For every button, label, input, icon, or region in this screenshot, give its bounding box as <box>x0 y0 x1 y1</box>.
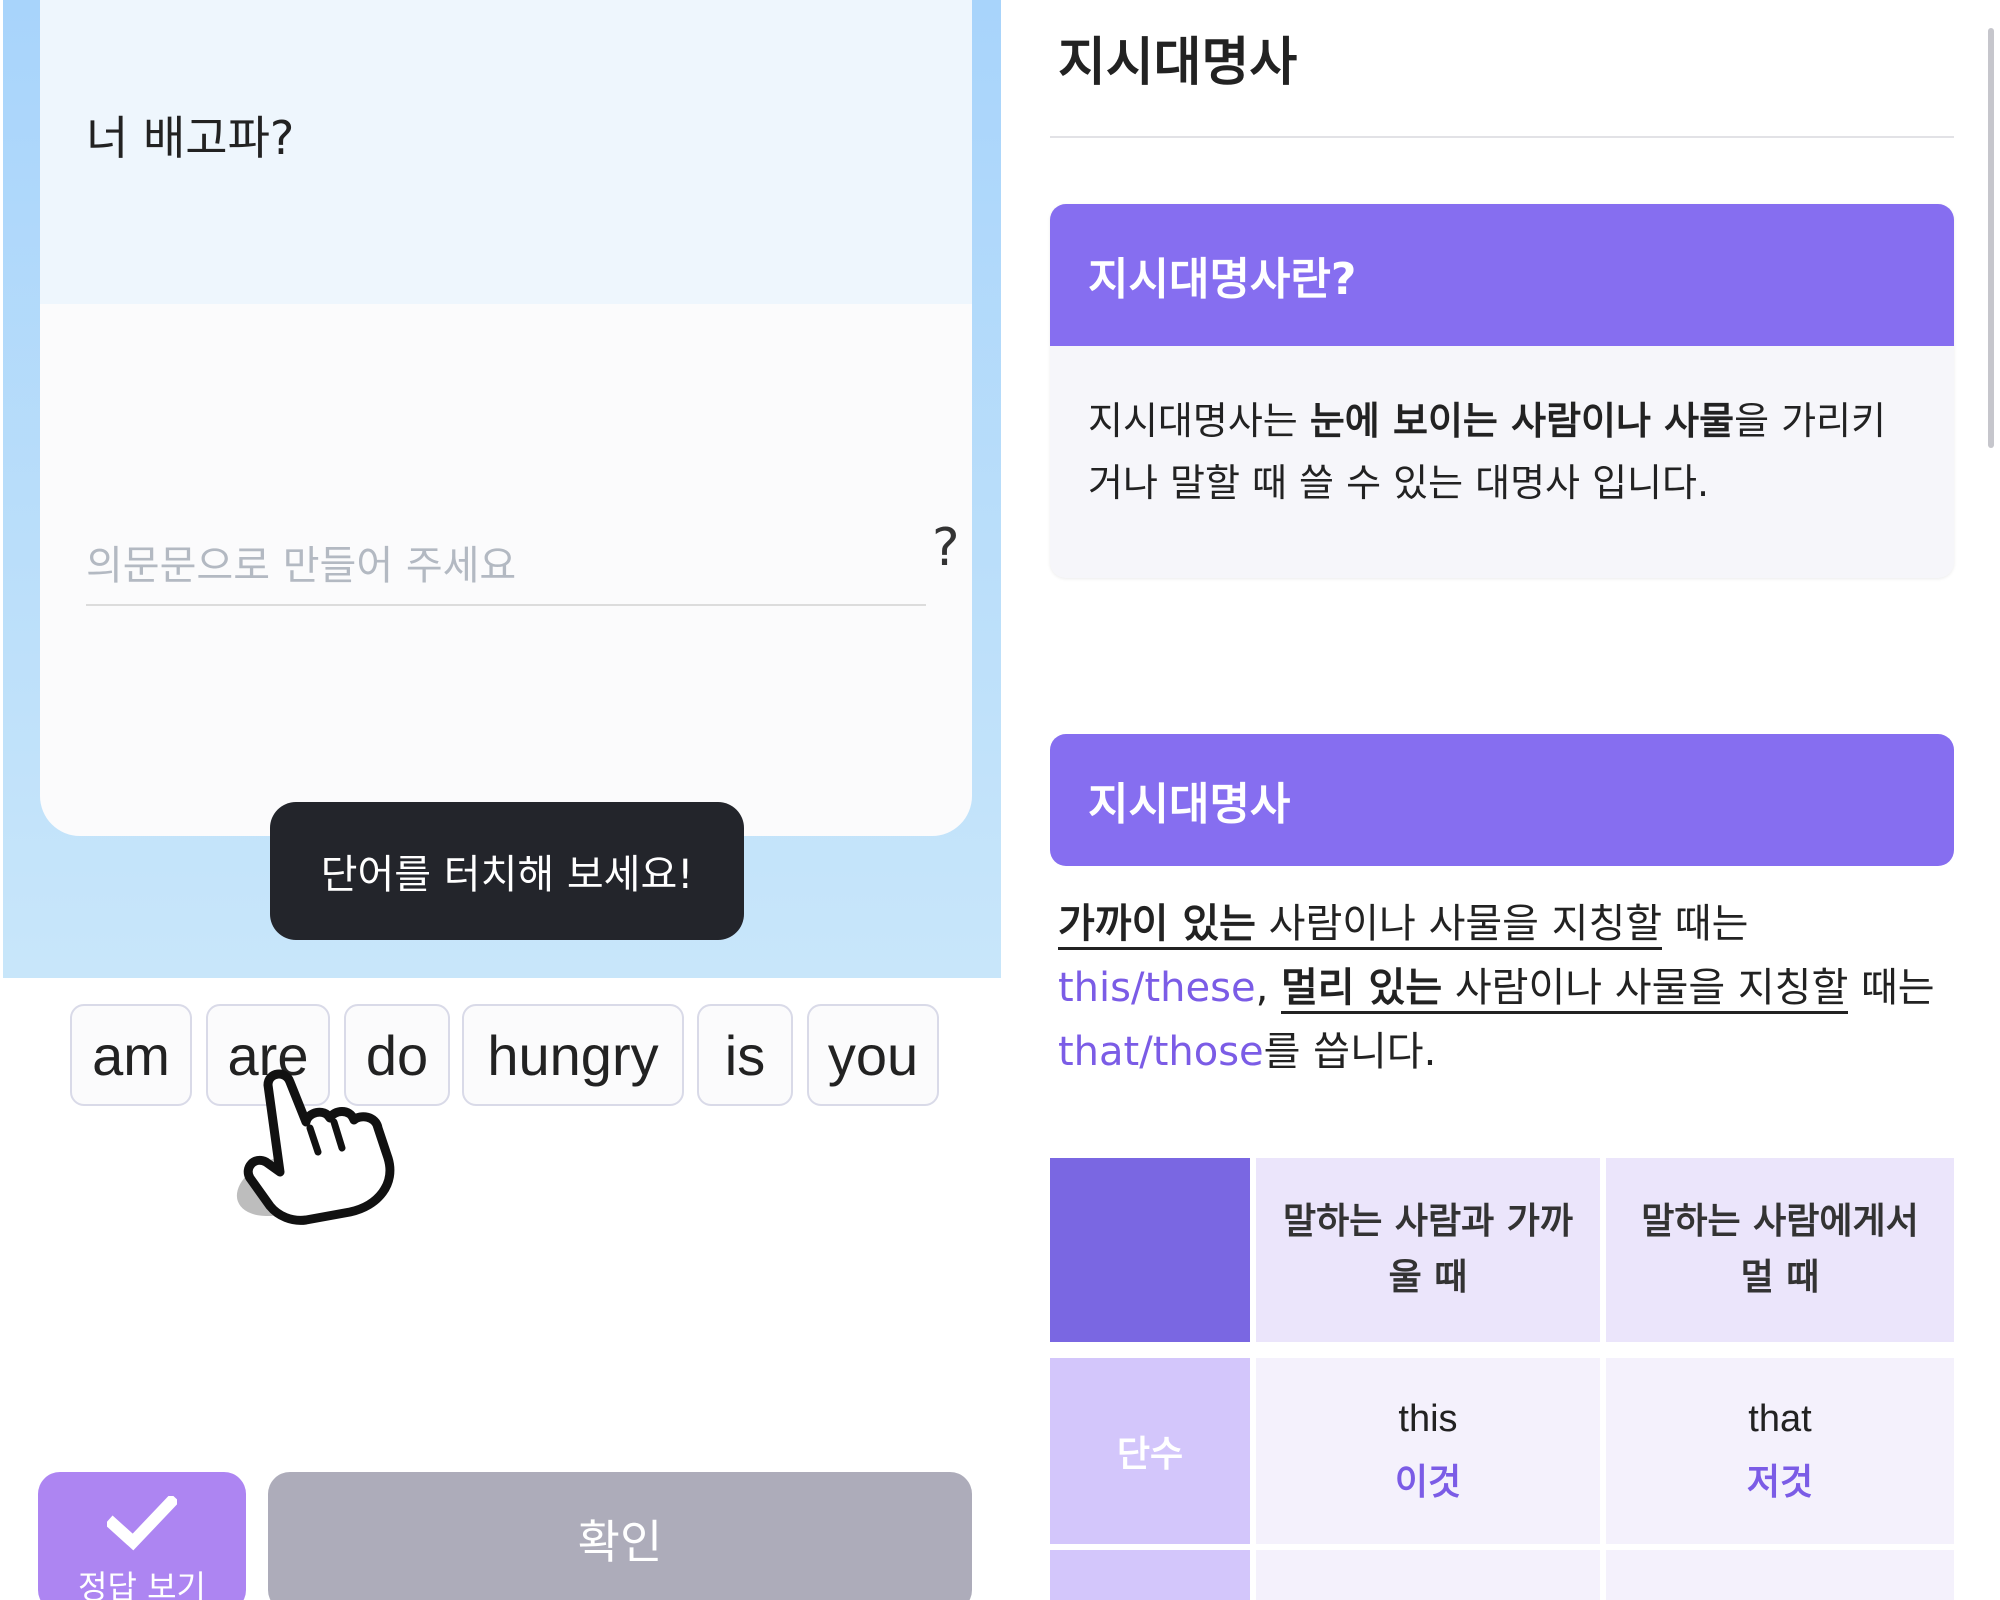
table-corner <box>1050 1158 1250 1342</box>
cell-english: that <box>1748 1397 1812 1440</box>
word-chip-am[interactable]: am <box>70 1004 192 1106</box>
table-row-label-next <box>1050 1550 1250 1600</box>
near-underline: 가까이 있는 사람이나 사물을 지칭할 <box>1058 901 1663 950</box>
definition-text-prefix: 지시대명사는 <box>1088 399 1310 443</box>
answer-input[interactable] <box>86 528 926 606</box>
cell-english: this <box>1398 1397 1458 1440</box>
table-row-label-singular: 단수 <box>1050 1358 1250 1544</box>
definition-heading: 지시대명사란? <box>1050 204 1954 346</box>
question-text: 너 배고파? <box>86 111 295 165</box>
ending: 를 씁니다. <box>1263 1029 1437 1075</box>
far-bold: 멀리 있는 <box>1281 965 1443 1011</box>
far-tail: 때는 <box>1848 965 1935 1011</box>
near-bold: 가까이 있는 <box>1058 901 1256 947</box>
near-tail: 때는 <box>1662 901 1749 947</box>
confirm-button[interactable]: 확인 <box>268 1472 972 1600</box>
show-answer-button[interactable]: 정답 보기 <box>38 1472 246 1600</box>
scrollbar[interactable] <box>1988 28 1994 448</box>
cell-korean: 이것 <box>1394 1461 1462 1503</box>
lesson-title: 지시대명사 <box>1058 33 1298 93</box>
hint-toast: 단어를 터치해 보세요! <box>270 802 744 940</box>
checkmark-icon <box>107 1496 177 1551</box>
section-heading: 지시대명사 <box>1050 734 1954 866</box>
far-underline: 멀리 있는 사람이나 사물을 지칭할 <box>1281 965 1849 1014</box>
table-header-far: 말하는 사람에게서 멀 때 <box>1606 1158 1954 1342</box>
table-header-near: 말하는 사람과 가까울 때 <box>1256 1158 1600 1342</box>
question-card: 너 배고파? ? <box>40 0 972 836</box>
table-cell-far-singular: that 저것 <box>1606 1358 1954 1544</box>
near-words: this/these <box>1058 965 1256 1011</box>
table-cell-next-far <box>1606 1550 1954 1600</box>
comma: , <box>1255 965 1281 1011</box>
far-rest: 사람이나 사물을 지칭할 <box>1442 965 1849 1011</box>
section-explanation: 가까이 있는 사람이나 사물을 지칭할 때는 this/these, 멀리 있는… <box>1058 892 1938 1084</box>
word-chip-is[interactable]: is <box>697 1004 793 1106</box>
word-chip-hungry[interactable]: hungry <box>462 1004 684 1106</box>
definition-text-bold: 눈에 보이는 사람이나 사물 <box>1309 399 1735 443</box>
definition-body: 지시대명사는 눈에 보이는 사람이나 사물을 가리키거나 말할 때 쓸 수 있는… <box>1050 346 1954 514</box>
near-rest: 사람이나 사물을 지칭할 <box>1255 901 1663 947</box>
show-answer-label: 정답 보기 <box>78 1568 206 1600</box>
table-cell-next-near <box>1256 1550 1600 1600</box>
definition-box: 지시대명사란? 지시대명사는 눈에 보이는 사람이나 사물을 가리키거나 말할 … <box>1050 204 1954 578</box>
pointing-hand-icon <box>236 1069 395 1225</box>
question-mark: ? <box>932 518 960 578</box>
title-divider <box>1050 136 1954 138</box>
word-chip-you[interactable]: you <box>807 1004 939 1106</box>
cell-korean: 저것 <box>1746 1461 1814 1503</box>
far-words: that/those <box>1058 1029 1264 1075</box>
table-cell-near-singular: this 이것 <box>1256 1358 1600 1544</box>
